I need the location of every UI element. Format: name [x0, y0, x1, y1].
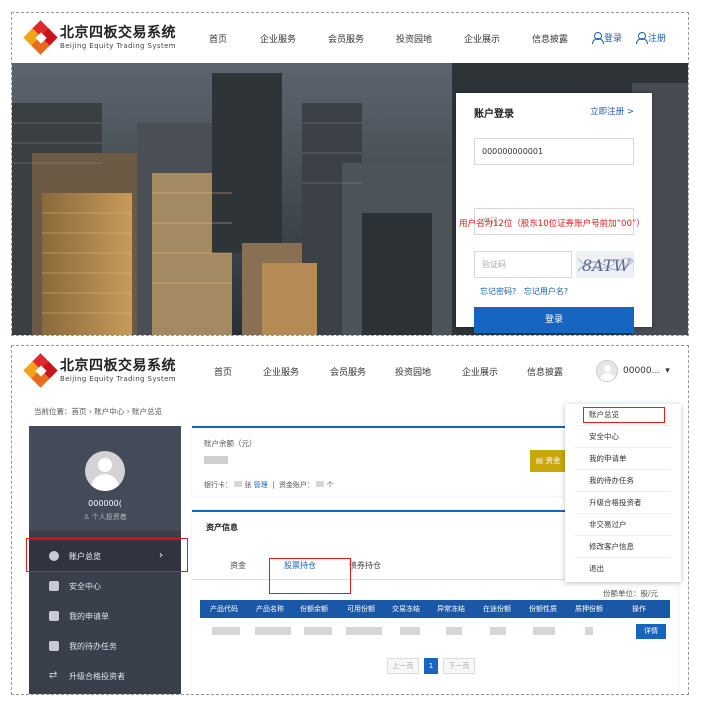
col-abnormal-frozen: 异常冻结	[437, 605, 465, 613]
asset-info-title: 资产信息	[206, 523, 238, 532]
menu-item-logout[interactable]: 退出	[565, 558, 681, 580]
balance-value-redacted	[204, 456, 228, 464]
shield-icon	[49, 581, 59, 591]
menu-item-applications[interactable]: 我的申请单	[565, 448, 681, 470]
nav-item-enterprise-service[interactable]: 企业服务	[260, 32, 296, 45]
brand-name-cn: 北京四板交易系统	[60, 358, 176, 374]
menu-highlight-box	[583, 407, 665, 423]
next-page-button[interactable]: 下一页	[443, 658, 475, 674]
profile-card: 000000( ♙ 个人投资者	[29, 426, 181, 531]
col-in-transit: 在途份额	[483, 605, 511, 613]
menu-item-transfer[interactable]: 非交易过户	[565, 514, 681, 536]
login-help-links: 忘记密码? 忘记用户名?	[480, 286, 568, 297]
login-submit-button[interactable]: 登录	[474, 307, 634, 333]
page-1-button[interactable]: 1	[424, 658, 438, 674]
nav-item-disclosure[interactable]: 信息披露	[532, 32, 568, 45]
nav-item-enterprise-service[interactable]: 企业服务	[263, 365, 299, 378]
menu-item-edit-info[interactable]: 修改客户信息	[565, 536, 681, 558]
detail-button[interactable]: 详情	[636, 624, 666, 639]
account-overview-screenshot: 北京四板交易系统 Beijing Equity Trading System 首…	[11, 345, 689, 695]
menu-item-security[interactable]: 安全中心	[565, 426, 681, 448]
avatar	[596, 360, 618, 382]
login-link[interactable]: 登录	[592, 31, 622, 44]
register-link[interactable]: 注册	[636, 31, 666, 44]
share-unit-label: 份额单位：股/元	[602, 589, 658, 598]
site-header: 北京四板交易系统 Beijing Equity Trading System 首…	[12, 346, 688, 396]
balance-label: 账户余额（元）	[204, 439, 257, 448]
col-trade-frozen: 交易冻结	[392, 605, 420, 613]
tab-funds[interactable]: 资金	[230, 560, 246, 571]
menu-item-todo[interactable]: 我的待办任务	[565, 470, 681, 492]
logo-icon	[23, 20, 58, 55]
col-product-name: 产品名称	[256, 605, 284, 613]
nav-item-home[interactable]: 首页	[209, 32, 227, 45]
site-logo[interactable]: 北京四板交易系统 Beijing Equity Trading System	[23, 353, 177, 388]
task-icon	[49, 641, 59, 651]
nav-item-enterprise-showcase[interactable]: 企业展示	[464, 32, 500, 45]
sidebar-item-security[interactable]: 安全中心	[29, 571, 181, 601]
nav-item-investor-garden[interactable]: 投资园地	[396, 32, 432, 45]
svg-text:8ATW: 8ATW	[582, 256, 632, 275]
login-page-screenshot: 北京四板交易系统 Beijing Equity Trading System 首…	[11, 12, 689, 336]
nav-item-disclosure[interactable]: 信息披露	[527, 365, 563, 378]
hero-city-image: 账户登录 立即注册 > 000000000001 密码 验证码 8ATW 忘记密…	[12, 63, 688, 335]
col-action: 操作	[632, 605, 646, 613]
sidebar-item-applications[interactable]: 我的申请单	[29, 601, 181, 631]
breadcrumb: 当前位置：首页 › 账户中心 › 账户总览	[34, 407, 163, 416]
user-menu-toggle[interactable]: 00000... ▾	[596, 360, 670, 382]
prev-page-button[interactable]: 上一页	[387, 658, 419, 674]
exchange-icon: ⇄	[49, 670, 58, 681]
nav-item-investor-garden[interactable]: 投资园地	[395, 365, 431, 378]
brand-name-cn: 北京四板交易系统	[60, 25, 176, 41]
brand-name-en: Beijing Equity Trading System	[60, 375, 177, 383]
forgot-username-link[interactable]: 忘记用户名?	[524, 287, 568, 296]
logo-icon	[23, 353, 58, 388]
login-form: 账户登录 立即注册 > 000000000001 密码 验证码 8ATW 忘记密…	[456, 93, 652, 333]
user-dropdown-menu: 账户总览 安全中心 我的申请单 我的待办任务 升级合格投资者 非交易过户 修改客…	[565, 404, 681, 582]
tab-bond-holdings[interactable]: 债券持仓	[349, 560, 381, 571]
user-icon	[636, 32, 648, 44]
col-share-nature: 份额性质	[529, 605, 557, 613]
sidebar-item-todo[interactable]: 我的待办任务	[29, 631, 181, 661]
holdings-table-header: 产品代码 产品名称 份额余额 可用份额 交易冻结 异常冻结 在途份额 份额性质 …	[200, 600, 670, 618]
site-header: 北京四板交易系统 Beijing Equity Trading System 首…	[12, 13, 688, 63]
col-product-code: 产品代码	[210, 605, 238, 613]
login-title: 账户登录	[474, 109, 514, 120]
user-menu-name: 00000...	[623, 366, 661, 376]
nav-item-member-service[interactable]: 会员服务	[330, 365, 366, 378]
nav-item-enterprise-showcase[interactable]: 企业展示	[462, 365, 498, 378]
sidebar-item-upgrade[interactable]: ⇄ 升级合格投资者	[29, 661, 181, 691]
profile-type: ♙ 个人投资者	[83, 513, 127, 521]
document-icon	[49, 611, 59, 621]
profile-name: 000000(	[88, 499, 122, 508]
manage-bank-link[interactable]: 管理	[254, 481, 268, 489]
sidebar-highlight-box	[26, 538, 188, 572]
chevron-down-icon: ▾	[665, 366, 670, 376]
bank-info: 银行卡： 张 管理 | 资金账户： 个	[204, 481, 334, 489]
forgot-password-link[interactable]: 忘记密码?	[480, 287, 516, 296]
table-row: 详情	[200, 618, 670, 644]
captcha-image[interactable]: 8ATW	[576, 251, 634, 278]
tab-highlight-box	[269, 558, 351, 594]
nav-item-home[interactable]: 首页	[214, 365, 232, 378]
user-icon	[592, 32, 604, 44]
col-pledged: 质押份额	[575, 605, 603, 613]
captcha-input[interactable]: 验证码	[474, 251, 572, 278]
nav-item-member-service[interactable]: 会员服务	[328, 32, 364, 45]
register-now-link[interactable]: 立即注册 >	[590, 105, 634, 117]
col-available: 可用份额	[347, 605, 375, 613]
pagination: 上一页 1 下一页	[192, 658, 678, 676]
site-logo[interactable]: 北京四板交易系统 Beijing Equity Trading System	[23, 20, 177, 55]
brand-name-en: Beijing Equity Trading System	[60, 42, 177, 50]
avatar	[85, 451, 125, 491]
username-input[interactable]: 000000000001	[474, 138, 634, 165]
menu-item-upgrade[interactable]: 升级合格投资者	[565, 492, 681, 514]
col-share-balance: 份额余额	[300, 605, 328, 613]
username-format-hint: 用户名为12位（股东10位证券账户号前加“00”）	[459, 219, 645, 229]
